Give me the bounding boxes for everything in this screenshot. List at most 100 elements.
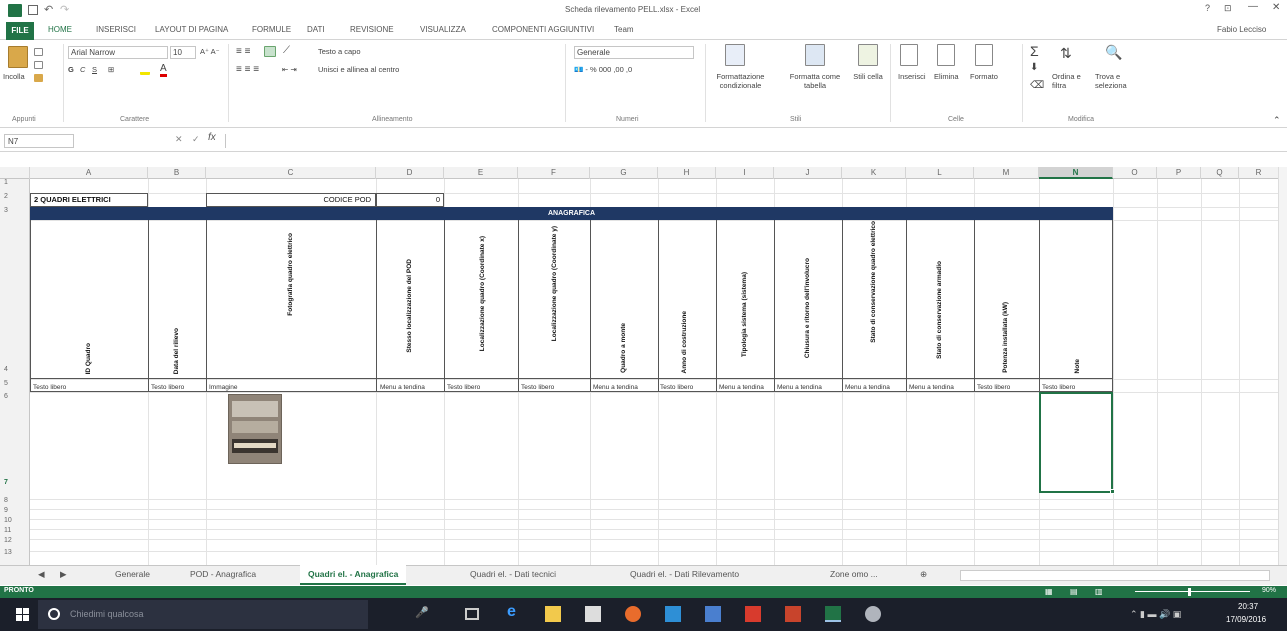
column-header-k[interactable]: K xyxy=(842,167,906,179)
type-cell-b[interactable]: Testo libero xyxy=(151,384,184,391)
normal-view-icon[interactable]: ▦ xyxy=(1045,587,1053,596)
wrap-text-button[interactable]: Testo a capo xyxy=(318,47,361,56)
electrical-panel-photo[interactable] xyxy=(228,394,282,464)
tab-revisione[interactable]: REVISIONE xyxy=(350,25,394,34)
type-cell-j[interactable]: Menu a tendina xyxy=(777,384,822,391)
header-potenza[interactable]: Potenza installata (kW) xyxy=(1002,302,1009,373)
sheet-tab-quadri-anagrafica[interactable]: Quadri el. - Anagrafica xyxy=(300,565,407,585)
column-header-l[interactable]: L xyxy=(906,167,974,179)
find-select-icon[interactable]: 🔍 xyxy=(1105,44,1122,61)
excel-taskbar-icon[interactable] xyxy=(825,606,841,622)
anagrafica-banner[interactable]: ANAGRAFICA xyxy=(30,207,1113,220)
enter-icon[interactable]: ✓ xyxy=(192,134,200,145)
acrobat-icon[interactable] xyxy=(745,606,761,622)
name-box[interactable]: N7 xyxy=(4,134,74,148)
header-fotografia[interactable]: Fotografia quadro elettrico xyxy=(287,233,294,316)
horizontal-scrollbar[interactable] xyxy=(960,570,1270,581)
header-stato-quadro[interactable]: Stato di conservazione quadro elettrico xyxy=(870,221,877,343)
align-middle-icon[interactable] xyxy=(264,46,276,57)
select-all-button[interactable] xyxy=(0,167,30,179)
bold-button[interactable]: G xyxy=(68,65,74,74)
clock-time[interactable]: 20:37 xyxy=(1238,602,1258,611)
add-sheet-icon[interactable]: ⊕ xyxy=(920,569,927,580)
cut-icon[interactable] xyxy=(34,48,43,56)
codice-pod-value[interactable]: 0 xyxy=(376,193,444,207)
column-header-g[interactable]: G xyxy=(590,167,658,179)
formula-input[interactable] xyxy=(225,134,1275,148)
selected-cell-n7[interactable] xyxy=(1039,392,1113,493)
help-button[interactable]: ? xyxy=(1205,3,1210,13)
column-header-m[interactable]: M xyxy=(974,167,1039,179)
type-cell-h[interactable]: Testo libero xyxy=(660,384,693,391)
type-cell-i[interactable]: Menu a tendina xyxy=(719,384,764,391)
font-name-select[interactable]: Arial Narrow xyxy=(68,46,168,59)
merge-center-button[interactable]: Unisci e allinea al centro xyxy=(318,65,399,74)
header-coord-y[interactable]: Localizzazione quadro (Coordinate y) xyxy=(551,226,558,341)
header-coord-x[interactable]: Localizzazione quadro (Coordinate x) xyxy=(479,236,486,351)
column-header-h[interactable]: H xyxy=(658,167,716,179)
indent-icon[interactable]: ⇤ ⇥ xyxy=(282,65,297,74)
type-cell-g[interactable]: Menu a tendina xyxy=(593,384,638,391)
format-painter-icon[interactable] xyxy=(34,74,43,82)
row-header-10[interactable]: 10 xyxy=(0,517,30,524)
type-cell-a[interactable]: Testo libero xyxy=(33,384,66,391)
autosum-icon[interactable]: Σ xyxy=(1030,43,1039,59)
column-header-d[interactable]: D xyxy=(376,167,444,179)
conditional-format-button[interactable]: Formattazione condizionale xyxy=(708,72,773,90)
insert-cells-button[interactable]: Inserisci xyxy=(898,72,926,81)
app-icon-1[interactable] xyxy=(625,606,641,622)
delete-cells-icon[interactable] xyxy=(937,44,955,66)
type-cell-n[interactable]: Testo libero xyxy=(1042,384,1075,391)
sheet-nav-next-icon[interactable]: ▶ xyxy=(60,569,67,580)
clear-icon[interactable]: ⌫ xyxy=(1030,80,1044,91)
column-header-j[interactable]: J xyxy=(774,167,842,179)
ribbon-display-button[interactable]: ⊡ xyxy=(1224,3,1232,14)
insert-function-icon[interactable]: fx xyxy=(208,132,216,143)
column-header-p[interactable]: P xyxy=(1157,167,1201,179)
user-name[interactable]: Fabio Lecciso xyxy=(1217,25,1266,34)
file-explorer-icon[interactable] xyxy=(545,606,561,622)
edge-icon[interactable]: e xyxy=(507,603,523,620)
cell-styles-button[interactable]: Stili cella xyxy=(852,72,884,81)
tab-layout[interactable]: LAYOUT DI PAGINA xyxy=(155,25,228,34)
tab-home[interactable]: HOME xyxy=(48,25,72,34)
column-header-o[interactable]: O xyxy=(1113,167,1157,179)
sheet-nav-prev-icon[interactable]: ◀ xyxy=(38,569,45,580)
format-table-button[interactable]: Formatta come tabella xyxy=(785,72,845,90)
sheet-tab-zone-omo[interactable]: Zone omo ... xyxy=(830,569,878,579)
header-tipologia-sistema[interactable]: Tipologia sistema (sistema) xyxy=(741,272,748,357)
system-tray-icons[interactable]: ⌃ ▮ ▬ 🔊 ▣ xyxy=(1130,609,1181,620)
font-size-select[interactable]: 10 xyxy=(170,46,196,59)
tab-team[interactable]: Team xyxy=(614,25,634,34)
row-header-11[interactable]: 11 xyxy=(0,527,30,534)
paste-icon[interactable] xyxy=(8,46,28,68)
fill-handle[interactable] xyxy=(1110,489,1115,494)
powerpoint-icon[interactable] xyxy=(785,606,801,622)
redo-icon[interactable]: ↷ xyxy=(60,3,69,16)
header-stato-armadio[interactable]: Stato di conservazione armadio xyxy=(936,261,943,359)
close-button[interactable]: ✕ xyxy=(1272,2,1280,13)
header-quadro-monte[interactable]: Quadro a monte xyxy=(620,323,627,373)
sort-filter-button[interactable]: Ordina e filtra xyxy=(1052,72,1092,90)
minimize-button[interactable]: — xyxy=(1248,1,1258,12)
copy-icon[interactable] xyxy=(34,61,43,69)
sheet-tab-quadri-dati-rilevamento[interactable]: Quadri el. - Dati Rilevamento xyxy=(630,569,739,579)
column-header-i[interactable]: I xyxy=(716,167,774,179)
grow-font-button[interactable]: A⁺ A⁻ xyxy=(200,47,220,56)
sheet-tab-quadri-dati-tecnici[interactable]: Quadri el. - Dati tecnici xyxy=(470,569,556,579)
codice-pod-label[interactable]: CODICE POD xyxy=(206,193,376,207)
font-color-icon[interactable]: A xyxy=(160,63,167,77)
underline-button[interactable]: S xyxy=(92,65,97,74)
sheet-tab-generale[interactable]: Generale xyxy=(115,569,150,579)
windows-start-icon[interactable] xyxy=(16,608,29,621)
format-cells-icon[interactable] xyxy=(975,44,993,66)
row-header-6[interactable]: 6 xyxy=(0,393,30,400)
header-stesso-localizzazione-pod[interactable]: Stesso localizzazione del POD xyxy=(406,259,413,353)
cell-styles-icon[interactable] xyxy=(858,44,878,66)
tab-file[interactable]: FILE xyxy=(6,22,34,40)
number-format-select[interactable]: Generale xyxy=(574,46,694,59)
app-icon-4[interactable] xyxy=(865,606,881,622)
zoom-level[interactable]: 90% xyxy=(1262,587,1276,594)
row-header-8[interactable]: 8 xyxy=(0,497,30,504)
column-header-r[interactable]: R xyxy=(1239,167,1279,179)
